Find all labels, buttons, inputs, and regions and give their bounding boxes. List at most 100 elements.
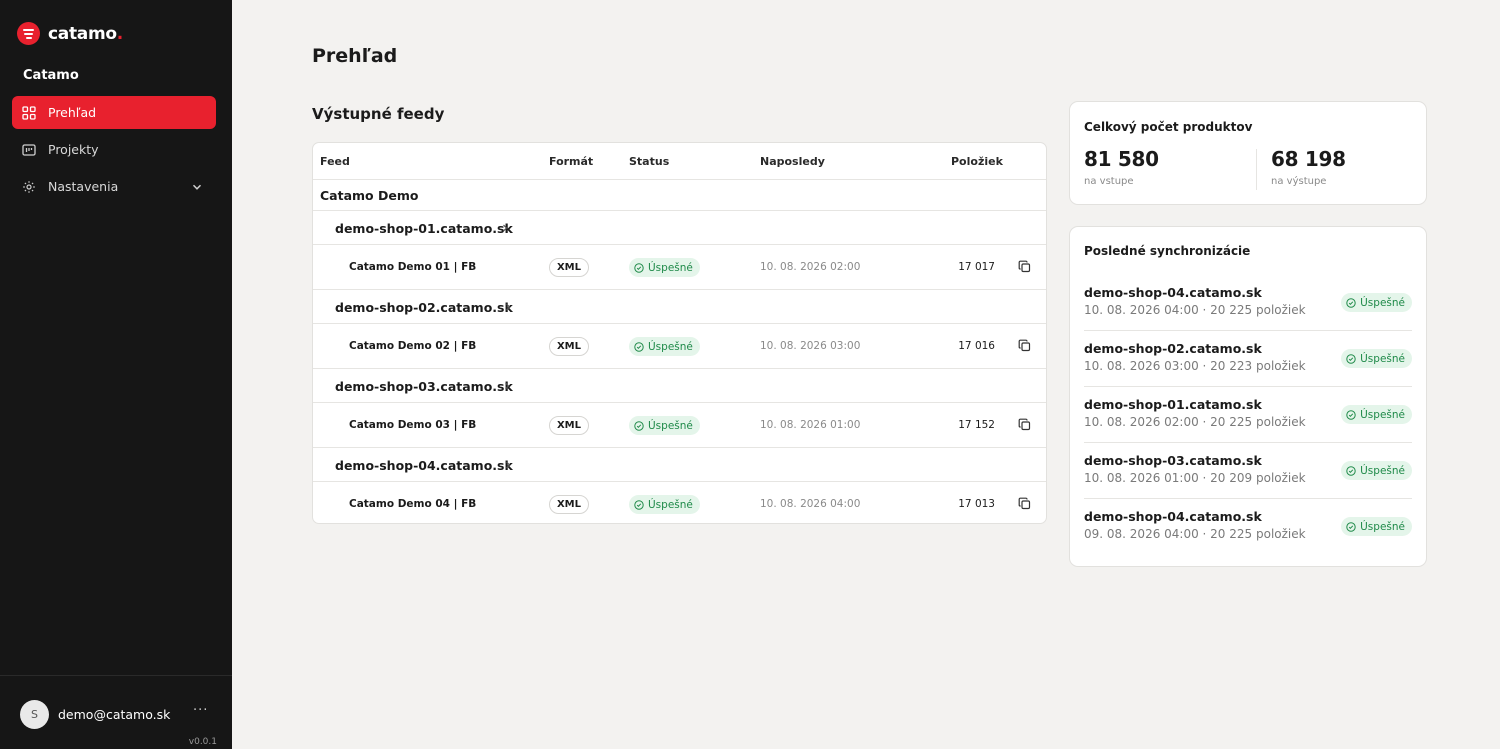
sync-list: demo-shop-04.catamo.sk 10. 08. 2026 04:0… bbox=[1084, 275, 1412, 555]
list-item[interactable]: demo-shop-02.catamo.sk 10. 08. 2026 03:0… bbox=[1084, 331, 1412, 387]
sync-domain: demo-shop-03.catamo.sk bbox=[1084, 453, 1262, 468]
status-badge: Úspešné bbox=[1341, 293, 1412, 312]
brand-name: catamo. bbox=[48, 23, 123, 44]
project-group-name: Catamo Demo bbox=[320, 188, 419, 203]
table-row[interactable]: Catamo Demo 03 | FB XML Úspešné 10. 08. … bbox=[313, 403, 1046, 448]
sync-domain: demo-shop-02.catamo.sk bbox=[1084, 341, 1262, 356]
check-circle-icon bbox=[634, 341, 644, 352]
feed-name: Catamo Demo 04 | FB bbox=[349, 498, 477, 510]
check-circle-icon bbox=[634, 420, 644, 431]
stat-value: 81 580 bbox=[1084, 147, 1159, 171]
stat-value: 68 198 bbox=[1271, 147, 1346, 171]
domain-name: demo-shop-03.catamo.sk bbox=[335, 379, 513, 394]
sync-domain: demo-shop-04.catamo.sk bbox=[1084, 285, 1262, 300]
catamo-logo-icon bbox=[17, 22, 40, 45]
app-version: v0.0.1 bbox=[188, 737, 217, 747]
card-title: Celkový počet produktov bbox=[1084, 120, 1253, 134]
last-run-date: 10. 08. 2026 04:00 bbox=[760, 498, 861, 510]
copy-icon[interactable] bbox=[1018, 418, 1031, 431]
check-circle-icon bbox=[634, 499, 644, 510]
list-item[interactable]: demo-shop-01.catamo.sk 10. 08. 2026 02:0… bbox=[1084, 387, 1412, 443]
check-circle-icon bbox=[1346, 297, 1356, 308]
status-badge: Úspešné bbox=[629, 495, 700, 514]
feed-name: Catamo Demo 02 | FB bbox=[349, 340, 477, 352]
column-header-format: Formát bbox=[549, 155, 594, 168]
sync-meta: 10. 08. 2026 02:00 · 20 225 položiek bbox=[1084, 415, 1306, 429]
check-circle-icon bbox=[1346, 465, 1356, 476]
chevron-right-icon bbox=[505, 382, 510, 390]
sidebar-item-label: Prehľad bbox=[48, 105, 97, 120]
last-run-date: 10. 08. 2026 03:00 bbox=[760, 340, 861, 352]
format-badge: XML bbox=[549, 258, 589, 277]
status-badge: Úspešné bbox=[1341, 349, 1412, 368]
section-title: Výstupné feedy bbox=[312, 105, 445, 123]
feed-name: Catamo Demo 01 | FB bbox=[349, 261, 477, 273]
sidebar-nav: Prehľad Projekty Nastavenia bbox=[12, 96, 216, 207]
chevron-right-icon bbox=[503, 224, 508, 232]
more-options-icon[interactable]: ··· bbox=[193, 703, 208, 718]
gear-icon bbox=[23, 180, 35, 193]
item-count: 17 152 bbox=[958, 419, 995, 431]
check-circle-icon bbox=[1346, 409, 1356, 420]
user-email[interactable]: demo@catamo.sk bbox=[58, 707, 170, 722]
sync-meta: 10. 08. 2026 04:00 · 20 225 položiek bbox=[1084, 303, 1306, 317]
item-count: 17 017 bbox=[958, 261, 995, 273]
last-run-date: 10. 08. 2026 02:00 bbox=[760, 261, 861, 273]
sidebar-item-label: Projekty bbox=[48, 142, 99, 157]
grid-icon bbox=[22, 105, 36, 120]
last-run-date: 10. 08. 2026 01:00 bbox=[760, 419, 861, 431]
column-header-items: Položiek bbox=[951, 155, 1003, 168]
logo[interactable]: catamo. bbox=[17, 22, 123, 45]
stat-input: 81 580 na vstupe bbox=[1084, 147, 1159, 187]
sidebar-item-projekty[interactable]: Projekty bbox=[12, 133, 216, 166]
copy-icon[interactable] bbox=[1018, 497, 1031, 510]
sync-meta: 10. 08. 2026 01:00 · 20 209 položiek bbox=[1084, 471, 1306, 485]
sidebar: catamo. Catamo Prehľad Projekty Nastaven… bbox=[0, 0, 232, 749]
domain-row[interactable]: demo-shop-04.catamo.sk bbox=[313, 448, 1046, 482]
page-title: Prehľad bbox=[312, 45, 398, 67]
avatar[interactable]: S bbox=[20, 700, 49, 729]
status-badge: Úspešné bbox=[629, 337, 700, 356]
list-item[interactable]: demo-shop-03.catamo.sk 10. 08. 2026 01:0… bbox=[1084, 443, 1412, 499]
domain-row[interactable]: demo-shop-03.catamo.sk bbox=[313, 369, 1046, 403]
status-badge: Úspešné bbox=[1341, 461, 1412, 480]
table-header: Feed Formát Status Naposledy Položiek bbox=[313, 143, 1046, 180]
copy-icon[interactable] bbox=[1018, 260, 1031, 273]
item-count: 17 013 bbox=[958, 498, 995, 510]
organization-name: Catamo bbox=[23, 68, 79, 83]
check-circle-icon bbox=[634, 262, 644, 273]
chevron-down-icon bbox=[192, 184, 202, 190]
chevron-right-icon bbox=[506, 303, 511, 311]
column-header-status: Status bbox=[629, 155, 670, 168]
projects-icon bbox=[22, 143, 36, 156]
sidebar-item-nastavenia[interactable]: Nastavenia bbox=[12, 170, 216, 203]
table-row[interactable]: Catamo Demo 02 | FB XML Úspešné 10. 08. … bbox=[313, 324, 1046, 369]
domain-name: demo-shop-01.catamo.sk bbox=[335, 221, 513, 236]
list-item[interactable]: demo-shop-04.catamo.sk 10. 08. 2026 04:0… bbox=[1084, 275, 1412, 331]
column-header-last: Naposledy bbox=[760, 155, 825, 168]
copy-icon[interactable] bbox=[1018, 339, 1031, 352]
sidebar-item-label: Nastavenia bbox=[48, 179, 119, 194]
domain-row[interactable]: demo-shop-02.catamo.sk bbox=[313, 290, 1046, 324]
table-row[interactable]: Catamo Demo 04 | FB XML Úspešné 10. 08. … bbox=[313, 482, 1046, 523]
divider bbox=[1256, 149, 1257, 190]
item-count: 17 016 bbox=[958, 340, 995, 352]
chevron-right-icon bbox=[506, 461, 511, 469]
domain-row[interactable]: demo-shop-01.catamo.sk bbox=[313, 211, 1046, 245]
status-badge: Úspešné bbox=[629, 258, 700, 277]
sync-meta: 09. 08. 2026 04:00 · 20 225 položiek bbox=[1084, 527, 1306, 541]
sync-domain: demo-shop-01.catamo.sk bbox=[1084, 397, 1262, 412]
status-badge: Úspešné bbox=[629, 416, 700, 435]
column-header-feed: Feed bbox=[320, 155, 350, 168]
status-badge: Úspešné bbox=[1341, 517, 1412, 536]
stat-label: na výstupe bbox=[1271, 176, 1327, 187]
format-badge: XML bbox=[549, 337, 589, 356]
list-item[interactable]: demo-shop-04.catamo.sk 09. 08. 2026 04:0… bbox=[1084, 499, 1412, 555]
sidebar-item-prehlad[interactable]: Prehľad bbox=[12, 96, 216, 129]
check-circle-icon bbox=[1346, 521, 1356, 532]
feeds-table: Feed Formát Status Naposledy Položiek Ca… bbox=[312, 142, 1047, 524]
sync-meta: 10. 08. 2026 03:00 · 20 223 položiek bbox=[1084, 359, 1306, 373]
card-title: Posledné synchronizácie bbox=[1084, 244, 1251, 258]
domain-name: demo-shop-04.catamo.sk bbox=[335, 458, 513, 473]
table-row[interactable]: Catamo Demo 01 | FB XML Úspešné 10. 08. … bbox=[313, 245, 1046, 290]
